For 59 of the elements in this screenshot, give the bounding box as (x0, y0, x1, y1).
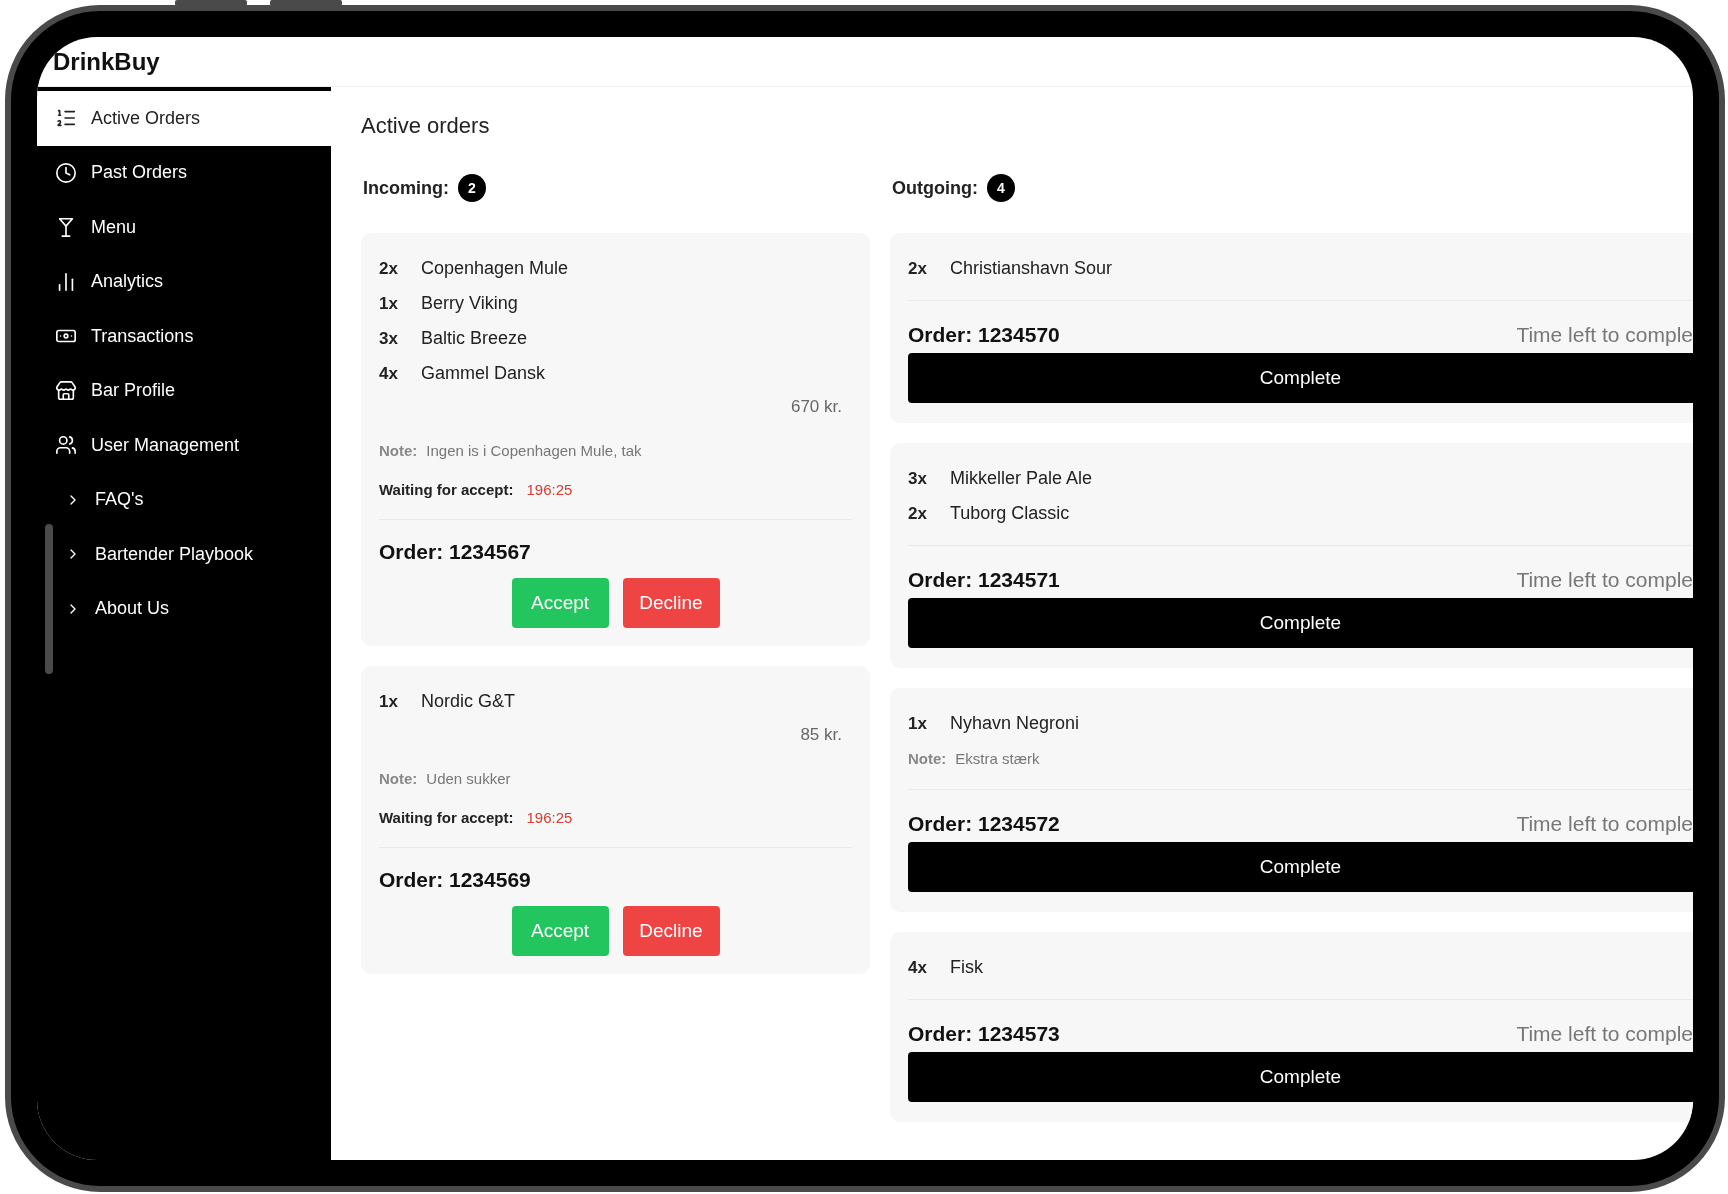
complete-button[interactable]: Complete (908, 353, 1693, 403)
item-quantity: 1x (379, 293, 399, 314)
storefront-icon (55, 379, 77, 402)
note-text: Uden sukker (426, 769, 511, 787)
item-quantity: 2x (908, 503, 928, 524)
count-badge: 4 (986, 174, 1015, 202)
item-name: Berry Viking (421, 293, 518, 314)
order-number: Order: 1234567 (379, 540, 532, 564)
item-quantity: 4x (379, 363, 399, 384)
complete-button[interactable]: Complete (908, 598, 1693, 648)
brand-logo: DrinkBuy (53, 47, 160, 76)
item-quantity: 3x (908, 468, 928, 489)
count-badge: 2 (458, 174, 486, 202)
item-quantity: 2x (379, 258, 399, 279)
timer: 196:25 (526, 480, 573, 498)
waiting-label: Waiting for accept: (379, 808, 514, 826)
note-label: Note: (379, 441, 418, 459)
decline-button[interactable]: Decline (622, 906, 720, 956)
users-icon (55, 434, 77, 457)
order-price: 670 kr. (790, 397, 843, 417)
page-title: Active orders (361, 113, 491, 139)
sidebar-item[interactable]: Active Orders (37, 91, 331, 146)
clock-icon (55, 161, 77, 184)
column-heading: Outgoing: (892, 177, 978, 199)
note-label: Note: (379, 769, 418, 787)
order-number: Order: 1234573 (908, 1022, 1060, 1046)
complete-button[interactable]: Complete (908, 842, 1693, 892)
item-quantity: 4x (908, 957, 928, 978)
item-quantity: 1x (908, 713, 928, 734)
scrollbar[interactable] (45, 524, 53, 674)
order-number: Order: 1234572 (908, 812, 1060, 836)
item-name: Baltic Breeze (421, 328, 528, 349)
time-left-label: Time left to comple (1516, 812, 1693, 836)
item-quantity: 1x (379, 691, 399, 712)
timer: 196:25 (526, 808, 573, 826)
order-number: Order: 1234570 (908, 323, 1060, 347)
item-quantity: 3x (379, 328, 399, 349)
note-label: Note: (908, 749, 947, 767)
item-name: Copenhagen Mule (421, 258, 569, 279)
time-left-label: Time left to comple (1516, 568, 1693, 592)
item-name: Mikkeller Pale Ale (950, 468, 1093, 489)
order-price: 85 kr. (800, 725, 843, 745)
item-name: Fisk (950, 957, 983, 978)
time-left-label: Time left to comple (1516, 323, 1693, 347)
note-text: Ekstra stærk (955, 749, 1040, 767)
item-name: Nyhavn Negroni (950, 713, 1080, 734)
order-number: Order: 1234571 (908, 568, 1060, 592)
item-quantity: 2x (908, 258, 928, 279)
order-number: Order: 1234569 (379, 868, 532, 892)
note-text: Ingen is i Copenhagen Mule, tak (426, 441, 642, 459)
complete-button[interactable]: Complete (908, 1052, 1693, 1102)
time-left-label: Time left to comple (1516, 1022, 1693, 1046)
item-name: Gammel Dansk (421, 363, 546, 384)
item-name: Nordic G&T (421, 691, 516, 712)
column-heading: Incoming: (363, 177, 449, 199)
item-name: Tuborg Classic (950, 503, 1070, 524)
item-name: Christianshavn Sour (950, 258, 1113, 279)
decline-button[interactable]: Decline (622, 578, 720, 628)
waiting-label: Waiting for accept: (379, 480, 514, 498)
